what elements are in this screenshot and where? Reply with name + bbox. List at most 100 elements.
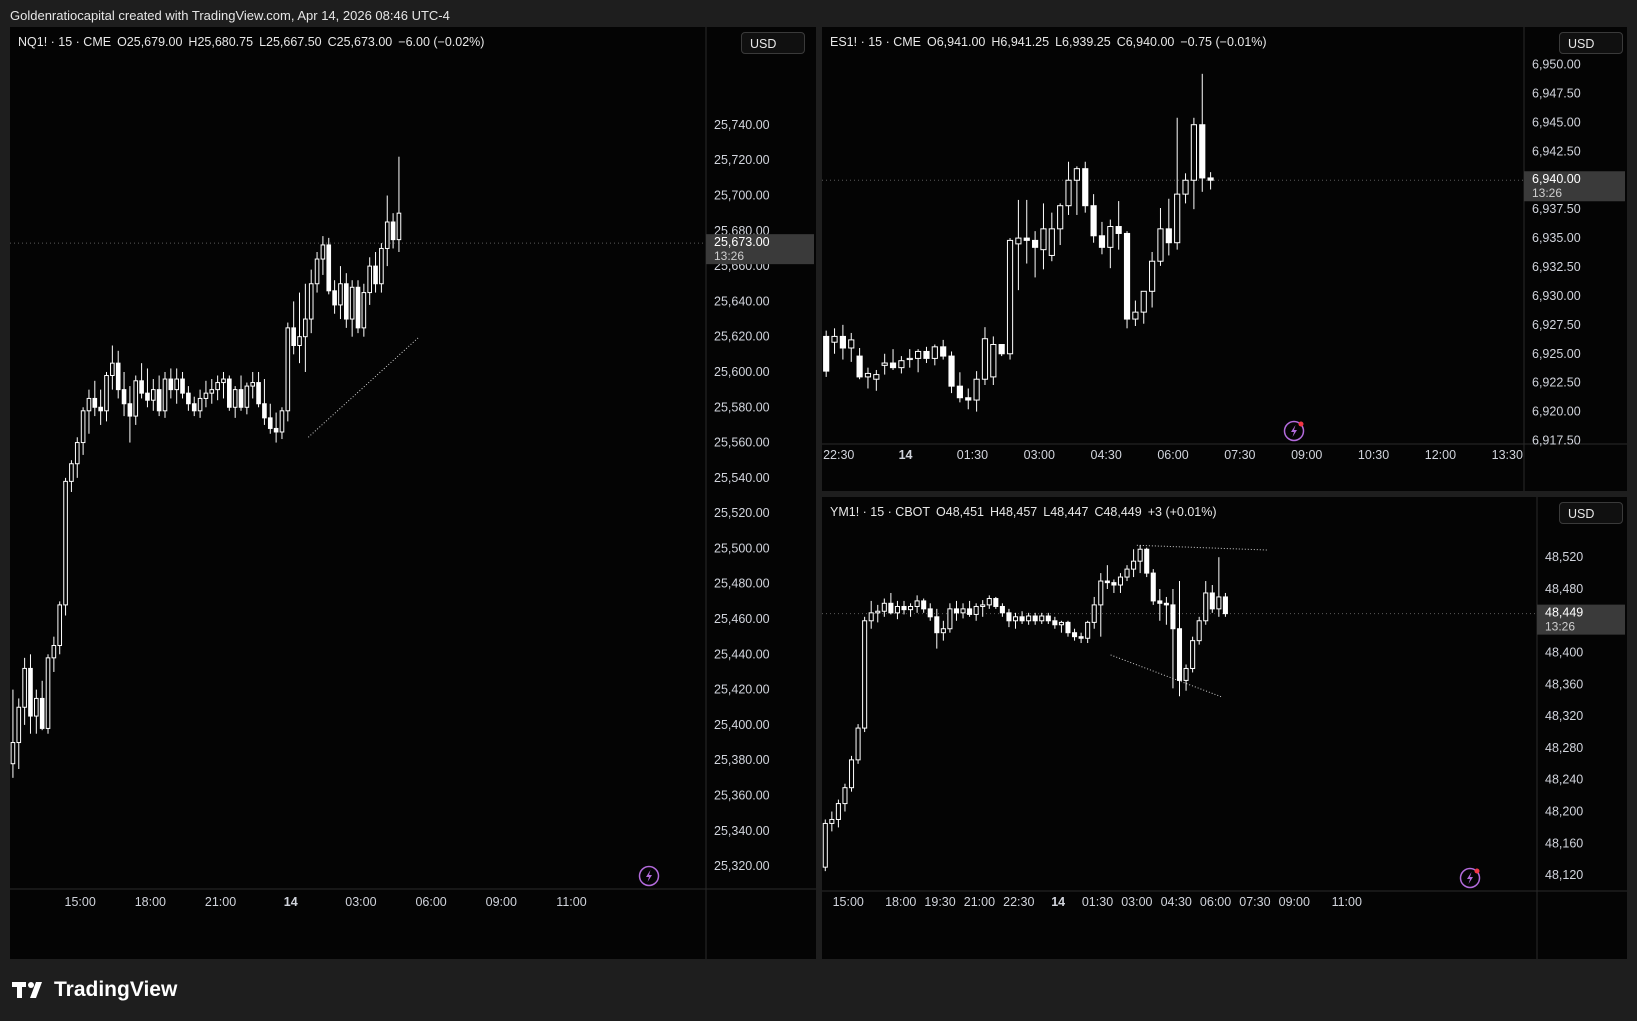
es-candle-body <box>965 397 972 401</box>
es-candle-body <box>1057 205 1064 230</box>
nq-currency-button[interactable]: USD <box>741 32 805 54</box>
ym-candle-body <box>1144 548 1150 574</box>
nq-candle <box>98 389 103 425</box>
nq-ytick-label: 25,340.00 <box>714 824 770 838</box>
ym-xtick-label: 09:00 <box>1279 895 1310 909</box>
nq-candle <box>349 280 355 337</box>
nq-open: O25,679.00 <box>117 35 183 49</box>
es-candle <box>1057 203 1064 246</box>
es-candle-body <box>1149 260 1156 292</box>
ym-xtick-label: 04:30 <box>1161 895 1192 909</box>
es-ytick-label: 6,930.00 <box>1532 289 1581 303</box>
nq-candle <box>209 379 215 404</box>
es-xtick-label: 09:00 <box>1291 448 1322 462</box>
ym-candle <box>1039 612 1045 624</box>
nq-lightning-icon[interactable] <box>638 865 660 887</box>
ym-lightning-icon[interactable] <box>1459 867 1481 889</box>
ym-ytick-label: 48,360 <box>1545 677 1583 691</box>
nq-candle-body <box>197 397 203 412</box>
nq-candle-body <box>343 283 349 320</box>
nq-candle-body <box>45 657 51 729</box>
ym-candle-body <box>848 759 855 789</box>
es-lightning-icon[interactable] <box>1283 420 1305 442</box>
ym-candle <box>953 600 960 621</box>
ym-candle-body <box>1006 612 1012 622</box>
ym-candle <box>842 783 848 812</box>
nq-candle-body <box>191 403 197 412</box>
ym-candle <box>921 598 927 613</box>
es-candle <box>1073 166 1080 215</box>
nq-ytick-label: 25,560.00 <box>714 436 770 450</box>
es-candle <box>1165 198 1172 256</box>
ym-candle-body <box>980 604 986 607</box>
nq-xtick-label: 21:00 <box>205 895 236 909</box>
ym-chart-panel[interactable]: 48,52048,48048,44048,40048,36048,32048,2… <box>822 497 1627 959</box>
nq-xtick-label: 15:00 <box>65 895 96 909</box>
ym-candle <box>1078 632 1084 644</box>
ym-candle-body <box>1045 615 1051 622</box>
es-candle-body <box>1006 239 1014 355</box>
nq-chart-svg: 25,740.0025,720.0025,700.0025,680.0025,6… <box>10 27 816 959</box>
es-currency-button[interactable]: USD <box>1559 32 1623 54</box>
nq-symbol: NQ1! · 15 · CME <box>18 35 112 49</box>
nq-candle <box>384 195 390 267</box>
nq-candle <box>262 379 267 425</box>
es-ytick-label: 6,942.50 <box>1532 144 1581 158</box>
nq-candle-body <box>262 403 267 419</box>
es-close: C6,940.00 <box>1116 35 1175 49</box>
nq-candle <box>326 237 332 295</box>
es-xtick-label: 07:30 <box>1224 448 1255 462</box>
nq-change: −6.00 (−0.02%) <box>398 35 485 49</box>
ym-candle-body <box>1052 620 1058 626</box>
es-ytick-label: 6,950.00 <box>1532 58 1581 72</box>
nq-candle <box>86 389 92 434</box>
ym-currency-button[interactable]: USD <box>1559 502 1623 524</box>
es-candle <box>1157 208 1164 266</box>
ym-candle-body <box>1078 636 1084 639</box>
es-candle <box>1040 203 1047 270</box>
ym-candle-body <box>1019 616 1025 622</box>
es-ytick-label: 6,935.00 <box>1532 231 1581 245</box>
es-candle <box>881 353 888 375</box>
nq-candle-body <box>256 382 261 405</box>
nq-candle-body <box>156 389 162 412</box>
ym-xtick-label: 22:30 <box>1003 895 1034 909</box>
nq-candle-body <box>51 644 57 659</box>
es-candle <box>990 336 997 386</box>
es-chart-panel[interactable]: 6,950.00 6,947.50 6,945.00 6,942.50 6,940.00… <box>822 27 1627 491</box>
nq-candle <box>308 269 314 334</box>
es-candle <box>889 349 897 370</box>
nq-candle-body <box>121 389 127 405</box>
ym-candle <box>927 603 933 621</box>
ym-candle <box>1209 585 1215 613</box>
ym-candle <box>1111 579 1117 593</box>
es-ytick-label: 6,925.00 <box>1532 347 1581 361</box>
nq-ytick-label: 25,700.00 <box>714 189 770 203</box>
es-candle <box>1032 231 1039 278</box>
es-candle <box>1174 117 1181 250</box>
ym-candle <box>1052 616 1058 629</box>
ym-ytick-label: 48,520 <box>1545 550 1583 564</box>
nq-trendline <box>307 336 420 438</box>
ym-trendline <box>1136 544 1269 551</box>
nq-xtick-label: 09:00 <box>486 895 517 909</box>
ym-candle <box>829 811 835 832</box>
nq-ytick-label: 25,720.00 <box>714 153 770 167</box>
nq-candle <box>168 368 174 399</box>
nq-xtick-label: 11:00 <box>556 895 586 909</box>
es-legend: ES1! · 15 · CME O6,941.00 H6,941.25 L6,939.… <box>830 35 1273 49</box>
ym-close: C48,449 <box>1094 505 1142 519</box>
nq-ytick-label: 25,320.00 <box>714 859 770 873</box>
nq-candle-body <box>267 417 273 429</box>
nq-candle-body <box>16 706 22 744</box>
nq-candle <box>279 407 285 440</box>
nq-candle-body <box>349 286 355 320</box>
nq-candle-body <box>80 410 86 444</box>
ym-candle <box>940 620 946 641</box>
es-candle <box>923 346 930 364</box>
es-candle-body <box>1048 228 1055 256</box>
nq-candle-body <box>244 385 250 408</box>
ym-ytick-label: 48,320 <box>1545 709 1583 723</box>
nq-chart-panel[interactable]: 25,740.00 25,720.00 25,700.00 25,680.00 25,6… <box>10 27 816 959</box>
es-candle-body <box>931 346 938 359</box>
